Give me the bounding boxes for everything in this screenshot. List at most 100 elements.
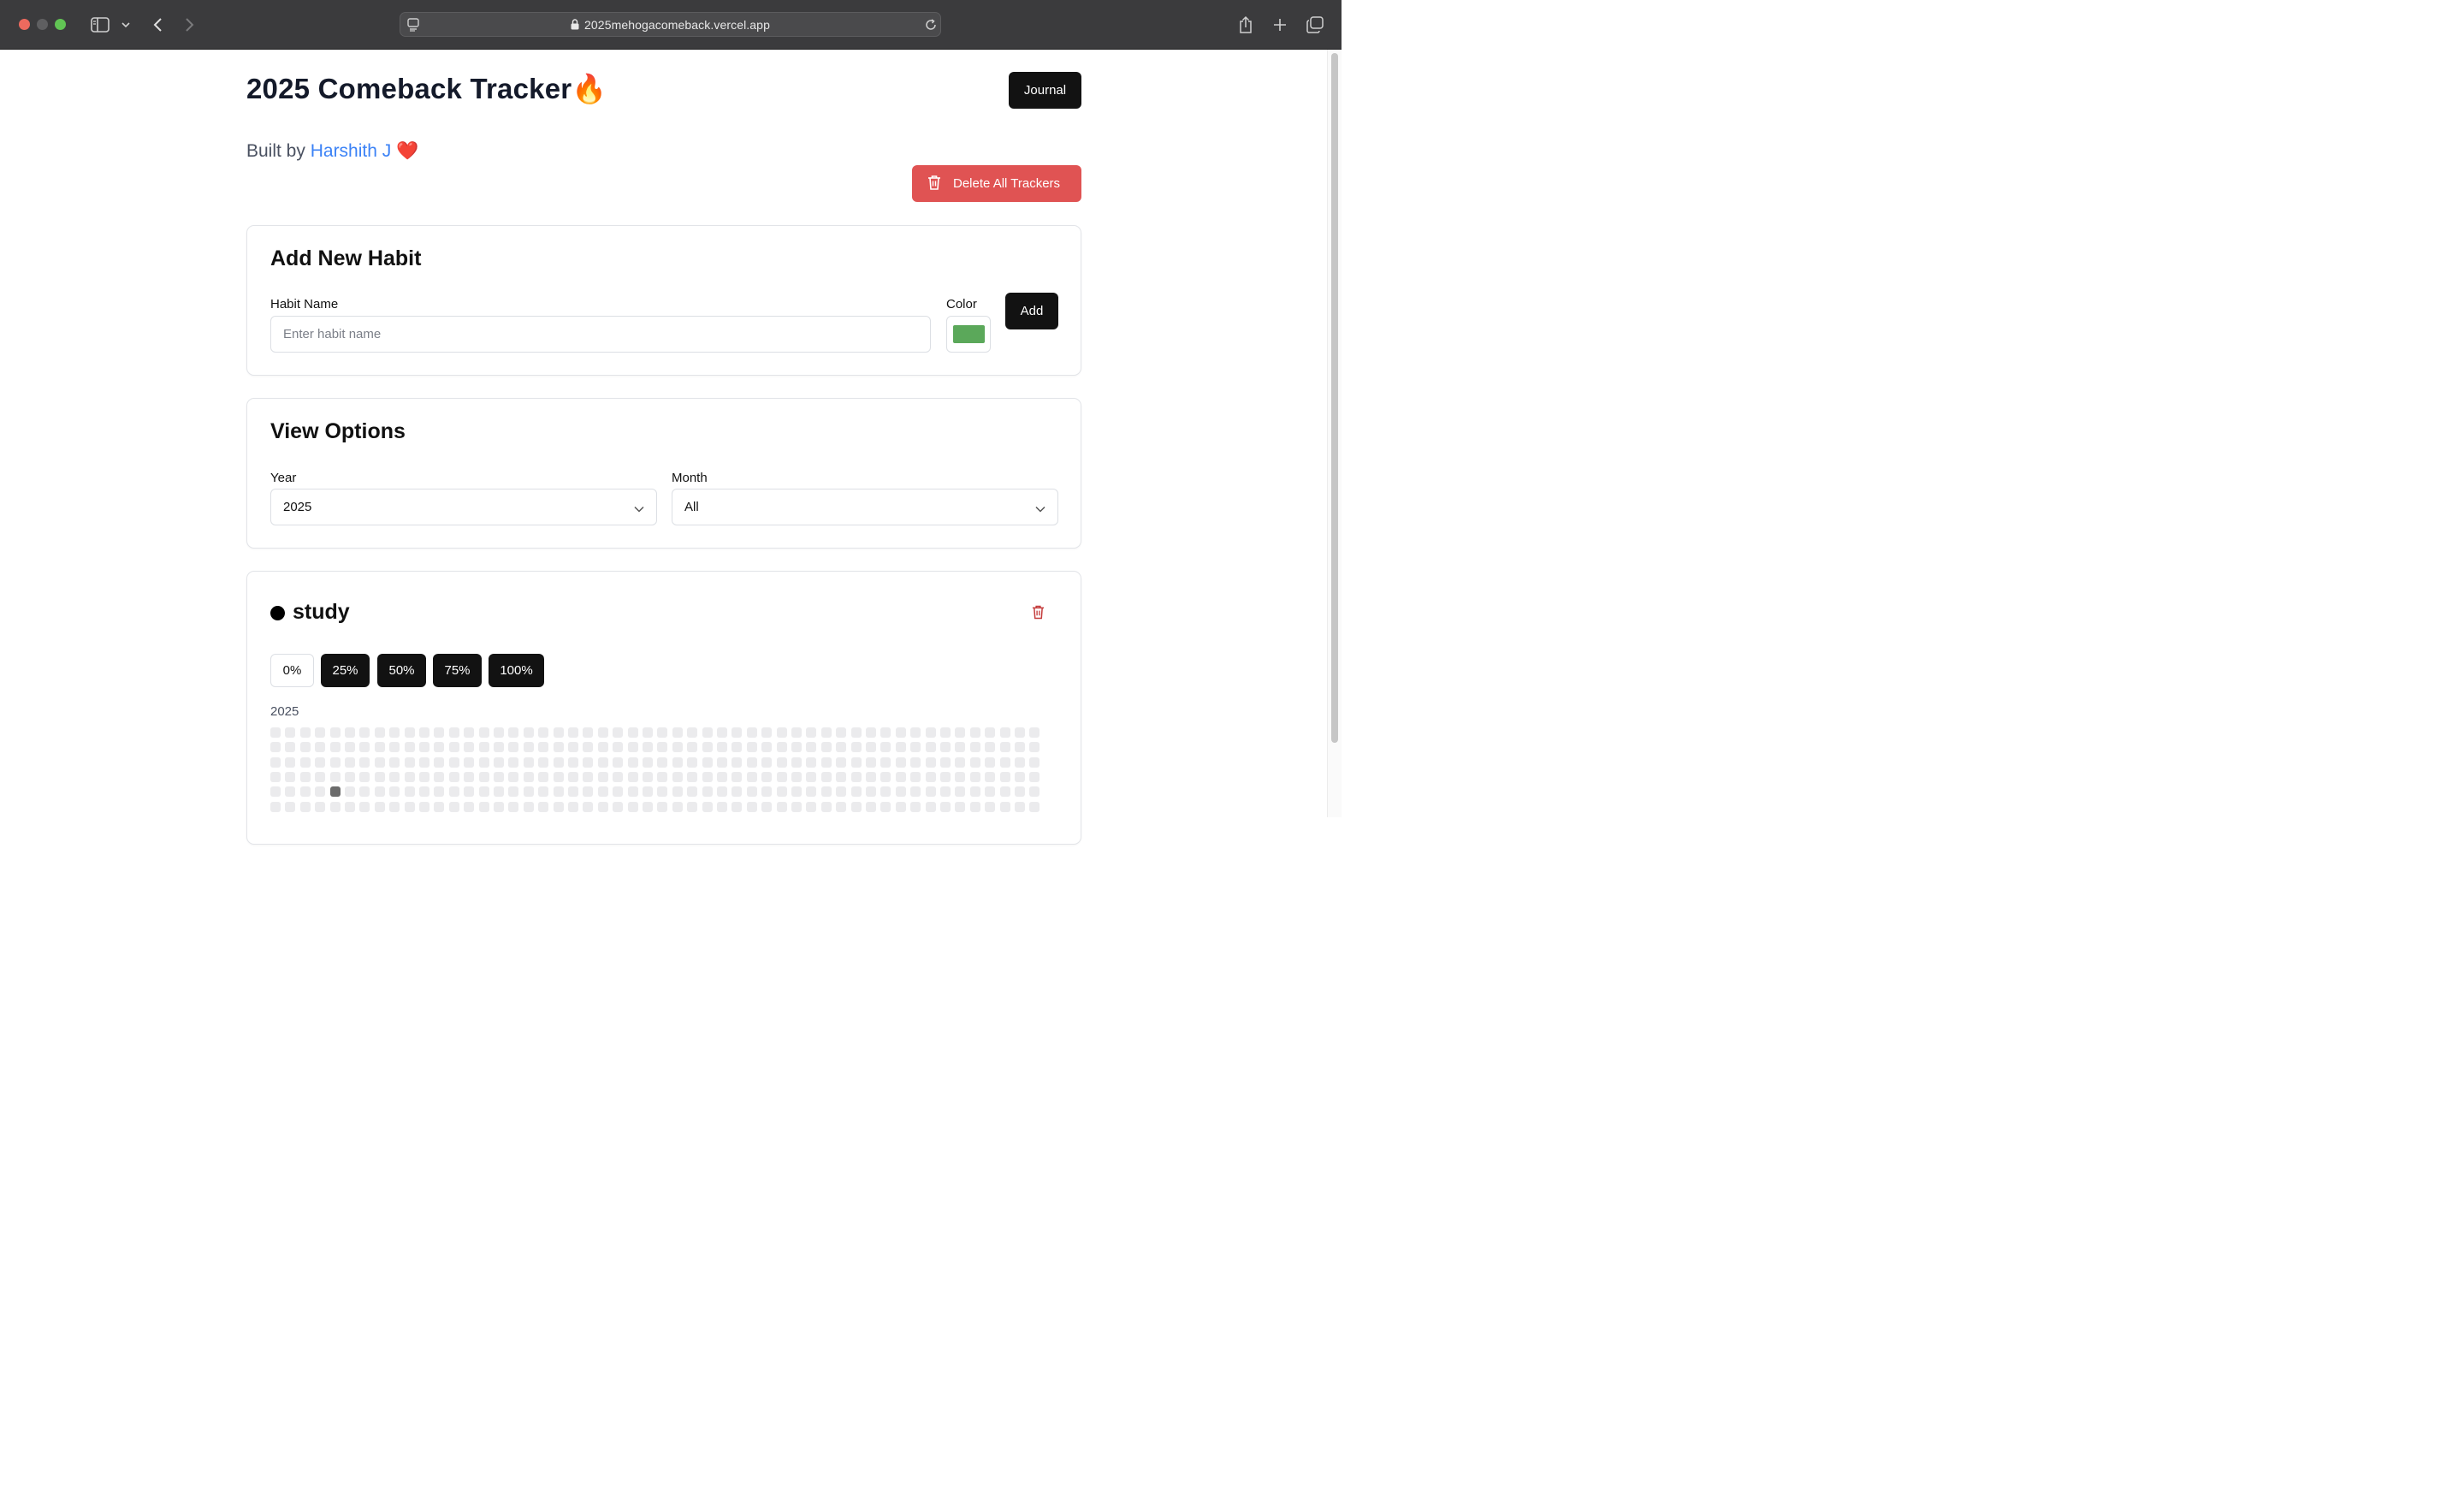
grid-day-cell[interactable] xyxy=(405,772,415,782)
grid-day-cell[interactable] xyxy=(285,772,295,782)
grid-day-cell[interactable] xyxy=(1015,757,1025,768)
grid-day-cell[interactable] xyxy=(375,757,385,768)
sidebar-icon[interactable] xyxy=(90,14,110,36)
grid-day-cell[interactable] xyxy=(926,786,936,797)
grid-day-cell[interactable] xyxy=(955,742,965,752)
grid-day-cell[interactable] xyxy=(955,727,965,738)
grid-day-cell[interactable] xyxy=(419,772,429,782)
grid-day-cell[interactable] xyxy=(464,772,474,782)
grid-day-cell[interactable] xyxy=(926,727,936,738)
grid-day-cell[interactable] xyxy=(747,786,757,797)
grid-day-cell[interactable] xyxy=(270,786,281,797)
minimize-window-button[interactable] xyxy=(37,19,48,30)
grid-day-cell[interactable] xyxy=(1000,786,1010,797)
grid-day-cell[interactable] xyxy=(524,742,534,752)
grid-day-cell[interactable] xyxy=(1015,727,1025,738)
grid-day-cell[interactable] xyxy=(300,772,311,782)
grid-day-cell[interactable] xyxy=(806,772,816,782)
grid-day-cell[interactable] xyxy=(880,757,891,768)
grid-day-cell[interactable] xyxy=(598,802,608,812)
grid-day-cell[interactable] xyxy=(479,772,489,782)
grid-day-cell[interactable] xyxy=(643,742,653,752)
grid-day-cell[interactable] xyxy=(1000,757,1010,768)
grid-day-cell[interactable] xyxy=(910,772,921,782)
grid-day-cell[interactable] xyxy=(732,772,742,782)
grid-day-cell[interactable] xyxy=(270,742,281,752)
grid-day-cell[interactable] xyxy=(866,742,876,752)
grid-day-cell[interactable] xyxy=(985,742,995,752)
grid-day-cell[interactable] xyxy=(285,757,295,768)
grid-day-cell[interactable] xyxy=(583,727,593,738)
grid-day-cell[interactable] xyxy=(1000,742,1010,752)
grid-day-cell[interactable] xyxy=(434,757,444,768)
grid-day-cell[interactable] xyxy=(628,772,638,782)
grid-day-cell[interactable] xyxy=(777,772,787,782)
grid-day-cell[interactable] xyxy=(702,727,713,738)
grid-day-cell[interactable] xyxy=(985,786,995,797)
grid-day-cell[interactable] xyxy=(300,727,311,738)
grid-day-cell[interactable] xyxy=(940,772,951,782)
grid-day-cell[interactable] xyxy=(955,802,965,812)
grid-day-cell[interactable] xyxy=(880,802,891,812)
grid-day-cell[interactable] xyxy=(777,786,787,797)
habit-name-input[interactable]: Enter habit name xyxy=(270,316,931,353)
grid-day-cell[interactable] xyxy=(791,742,802,752)
grid-day-cell[interactable] xyxy=(300,757,311,768)
grid-day-cell[interactable] xyxy=(583,772,593,782)
grid-day-cell[interactable] xyxy=(434,772,444,782)
percent-button-100[interactable]: 100% xyxy=(489,654,544,687)
grid-day-cell[interactable] xyxy=(851,727,862,738)
grid-day-cell[interactable] xyxy=(672,727,683,738)
grid-day-cell[interactable] xyxy=(508,786,518,797)
grid-day-cell[interactable] xyxy=(836,757,846,768)
grid-day-cell[interactable] xyxy=(449,802,459,812)
grid-day-cell[interactable] xyxy=(806,786,816,797)
grid-day-cell[interactable] xyxy=(880,727,891,738)
grid-day-cell[interactable] xyxy=(687,757,697,768)
grid-day-cell[interactable] xyxy=(479,757,489,768)
grid-day-cell[interactable] xyxy=(434,727,444,738)
grid-day-cell[interactable] xyxy=(791,772,802,782)
grid-day-cell[interactable] xyxy=(985,727,995,738)
month-select[interactable]: All xyxy=(672,489,1058,525)
grid-day-cell[interactable] xyxy=(613,727,623,738)
grid-day-cell[interactable] xyxy=(702,802,713,812)
grid-day-cell[interactable] xyxy=(538,727,548,738)
grid-day-cell[interactable] xyxy=(345,757,355,768)
percent-button-75[interactable]: 75% xyxy=(433,654,482,687)
grid-day-cell[interactable] xyxy=(761,802,772,812)
grid-day-cell[interactable] xyxy=(405,742,415,752)
grid-day-cell[interactable] xyxy=(554,757,564,768)
grid-day-cell[interactable] xyxy=(970,802,980,812)
grid-day-cell[interactable] xyxy=(330,742,341,752)
grid-day-cell[interactable] xyxy=(657,786,667,797)
grid-day-cell[interactable] xyxy=(628,727,638,738)
grid-day-cell[interactable] xyxy=(508,772,518,782)
grid-day-cell[interactable] xyxy=(687,772,697,782)
grid-day-cell[interactable] xyxy=(747,742,757,752)
grid-day-cell[interactable] xyxy=(508,742,518,752)
grid-day-cell[interactable] xyxy=(315,757,325,768)
delete-all-trackers-button[interactable]: Delete All Trackers xyxy=(912,165,1081,202)
grid-day-cell[interactable] xyxy=(761,742,772,752)
grid-day-cell[interactable] xyxy=(896,757,906,768)
grid-day-cell[interactable] xyxy=(494,772,504,782)
back-icon[interactable] xyxy=(150,14,165,36)
grid-day-cell[interactable] xyxy=(866,757,876,768)
grid-day-cell[interactable] xyxy=(1029,742,1040,752)
grid-day-cell[interactable] xyxy=(359,742,370,752)
grid-day-cell[interactable] xyxy=(777,742,787,752)
grid-day-cell[interactable] xyxy=(910,727,921,738)
grid-day-cell[interactable] xyxy=(940,802,951,812)
grid-day-cell[interactable] xyxy=(747,772,757,782)
grid-day-cell[interactable] xyxy=(434,742,444,752)
grid-day-cell[interactable] xyxy=(791,802,802,812)
grid-day-cell[interactable] xyxy=(598,727,608,738)
grid-day-cell[interactable] xyxy=(717,802,727,812)
grid-day-cell[interactable] xyxy=(777,727,787,738)
grid-day-cell[interactable] xyxy=(880,742,891,752)
grid-day-cell[interactable] xyxy=(285,786,295,797)
grid-day-cell[interactable] xyxy=(554,786,564,797)
grid-day-cell[interactable] xyxy=(896,742,906,752)
grid-day-cell[interactable] xyxy=(955,772,965,782)
